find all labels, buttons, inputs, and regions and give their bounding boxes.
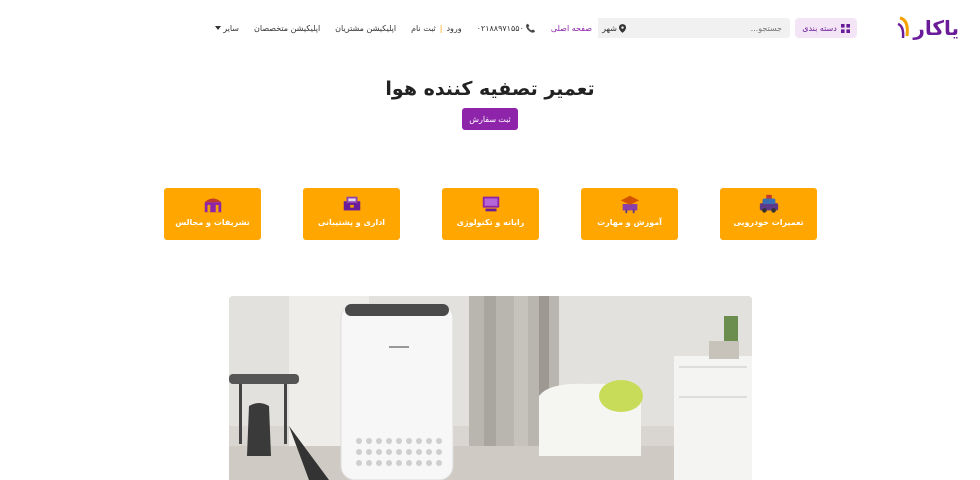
nav-customer-app-label: اپلیکیشن مشتریان (335, 23, 397, 33)
category-card-computer[interactable]: رایانه و تکنولوژی (442, 188, 539, 240)
nav-phone[interactable]: 📞 ۰۲۱۸۸۹۷۱۵۵۰ (477, 24, 536, 33)
category-label: آموزش و مهارت (597, 218, 662, 227)
nav-other[interactable]: سایر (215, 24, 239, 33)
search-input[interactable] (628, 18, 790, 38)
site-header: یاکار دسته بندی شهر صفحه اصلی 📞 ۰۲۱۸۸۹۷۱… (0, 0, 980, 56)
nav-expert-app[interactable]: اپلیکیشن متخصصان (254, 24, 320, 33)
education-icon (620, 195, 639, 214)
car-repair-icon (759, 194, 778, 213)
category-label: تعمیرات خودرویی (733, 218, 804, 227)
location-pin-icon (618, 23, 626, 33)
air-purifier-photo (229, 296, 752, 480)
category-card-office[interactable]: اداری و پشتیبانی (303, 188, 400, 240)
nav-home[interactable]: صفحه اصلی (551, 24, 592, 33)
phone-icon: 📞 (525, 23, 536, 33)
site-logo[interactable]: یاکار (893, 13, 959, 43)
chevron-down-icon (215, 25, 222, 30)
logo-text: یاکار (913, 16, 959, 40)
hero-photo (229, 296, 752, 480)
category-label: تشریفات و مجالس (175, 218, 250, 227)
nav-expert-app-label: اپلیکیشن متخصصان (254, 23, 321, 33)
nav-register-label: ثبت نام (411, 23, 436, 33)
logo-mark-icon (897, 16, 910, 39)
nav-home-label: صفحه اصلی (550, 23, 592, 33)
nav-login-label: ورود (446, 23, 462, 33)
category-label: اداری و پشتیبانی (317, 218, 386, 227)
category-label: رایانه و تکنولوژی (456, 218, 525, 227)
nav-phone-label: ۰۲۱۸۸۹۷۱۵۵۰ (476, 23, 524, 33)
main-nav: صفحه اصلی 📞 ۰۲۱۸۸۹۷۱۵۵۰ ورود | ثبت نام ا… (215, 20, 592, 36)
page-title: تعمیر تصفیه کننده هوا (385, 78, 595, 100)
nav-login[interactable]: ورود | ثبت نام (411, 24, 462, 33)
category-list: تعمیرات خودرویی آموزش و مهارت رایانه و ت… (164, 188, 817, 240)
city-label: شهر (602, 23, 617, 33)
category-card-ceremony[interactable]: تشریفات و مجالس (164, 188, 261, 240)
ceremony-icon (204, 198, 221, 213)
category-card-education[interactable]: آموزش و مهارت (581, 188, 678, 240)
category-card-car-repair[interactable]: تعمیرات خودرویی (720, 188, 817, 240)
nav-other-label: سایر (223, 23, 239, 33)
nav-separator: | (439, 23, 443, 33)
order-button[interactable]: ثبت سفارش (462, 108, 518, 130)
computer-icon (482, 196, 499, 212)
grid-icon (840, 23, 850, 33)
office-icon (343, 196, 360, 211)
category-button-label: دسته بندی (802, 23, 837, 33)
city-select[interactable]: شهر (598, 18, 630, 38)
category-button[interactable]: دسته بندی (795, 18, 857, 38)
nav-customer-app[interactable]: اپلیکیشن مشتریان (335, 24, 396, 33)
